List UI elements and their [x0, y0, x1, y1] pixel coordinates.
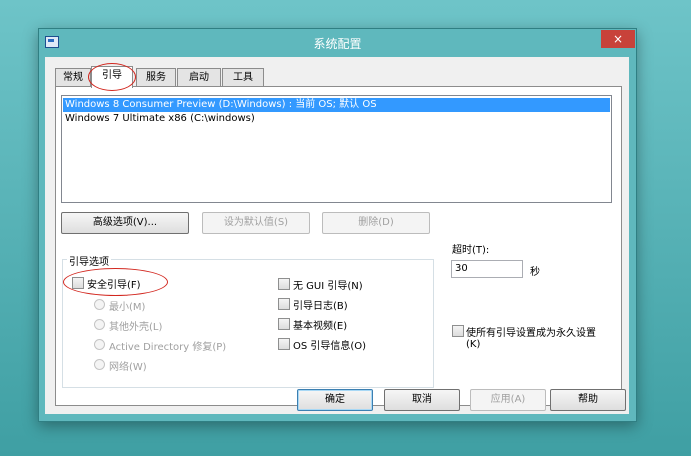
window-title: 系统配置 [313, 37, 362, 51]
tab-boot[interactable]: 引导 [91, 66, 133, 88]
minimal-radio[interactable] [94, 299, 105, 310]
boot-options-legend: 引导选项 [67, 253, 111, 268]
timeout-label: 超时(T): [452, 245, 490, 256]
help-button[interactable]: 帮助 [550, 389, 626, 411]
tab-general[interactable]: 常规 [55, 68, 91, 87]
alternate-shell-radio[interactable] [94, 319, 105, 330]
title-bar[interactable]: 系统配置 × [39, 29, 636, 56]
tab-services[interactable]: 服务 [136, 68, 176, 87]
timeout-unit: 秒 [530, 267, 540, 278]
advanced-options-button[interactable]: 高级选项(V)... [61, 212, 189, 234]
base-video-checkbox[interactable] [278, 318, 290, 330]
timeout-input[interactable]: 30 [451, 260, 523, 278]
apply-button[interactable]: 应用(A) [470, 389, 546, 411]
tab-startup[interactable]: 启动 [177, 68, 221, 87]
close-button[interactable]: × [601, 30, 635, 48]
network-label: 网络(W) [109, 362, 147, 373]
minimal-label: 最小(M) [109, 302, 146, 313]
set-default-button[interactable]: 设为默认值(S) [202, 212, 310, 234]
make-permanent-label[interactable]: 使所有引导设置成为永久设置 [466, 324, 596, 339]
boot-entry-list[interactable]: Windows 8 Consumer Preview (D:\Windows) … [61, 95, 612, 203]
ad-repair-label: Active Directory 修复(P) [109, 342, 227, 353]
make-permanent-label-key[interactable]: (K) [466, 339, 480, 350]
boot-tab-panel: Windows 8 Consumer Preview (D:\Windows) … [55, 86, 622, 406]
system-config-window: 系统配置 × 常规 引导 服务 启动 工具 Windows 8 Consumer… [38, 28, 637, 422]
no-gui-boot-checkbox[interactable] [278, 278, 290, 290]
cancel-button[interactable]: 取消 [384, 389, 460, 411]
ad-repair-radio[interactable] [94, 339, 105, 350]
delete-button[interactable]: 删除(D) [322, 212, 430, 234]
ok-button[interactable]: 确定 [297, 389, 373, 411]
tab-tools[interactable]: 工具 [222, 68, 264, 87]
safe-boot-checkbox[interactable] [72, 277, 84, 289]
boot-options-group: 引导选项 安全引导(F) 最小(M) 其他外壳(L) Active Direct… [62, 253, 434, 388]
boot-log-label[interactable]: 引导日志(B) [293, 297, 348, 312]
network-radio[interactable] [94, 359, 105, 370]
base-video-label[interactable]: 基本视频(E) [293, 317, 347, 332]
dialog-client-area: 常规 引导 服务 启动 工具 Windows 8 Consumer Previe… [45, 57, 629, 414]
boot-entry-windows-7[interactable]: Windows 7 Ultimate x86 (C:\windows) [63, 112, 255, 126]
boot-entry-windows-8[interactable]: Windows 8 Consumer Preview (D:\Windows) … [63, 98, 610, 112]
alternate-shell-label: 其他外壳(L) [109, 322, 163, 333]
os-boot-info-checkbox[interactable] [278, 338, 290, 350]
make-permanent-checkbox[interactable] [452, 325, 464, 337]
boot-log-checkbox[interactable] [278, 298, 290, 310]
safe-boot-label[interactable]: 安全引导(F) [87, 276, 141, 291]
os-boot-info-label[interactable]: OS 引导信息(O) [293, 337, 366, 352]
no-gui-boot-label[interactable]: 无 GUI 引导(N) [293, 277, 363, 292]
